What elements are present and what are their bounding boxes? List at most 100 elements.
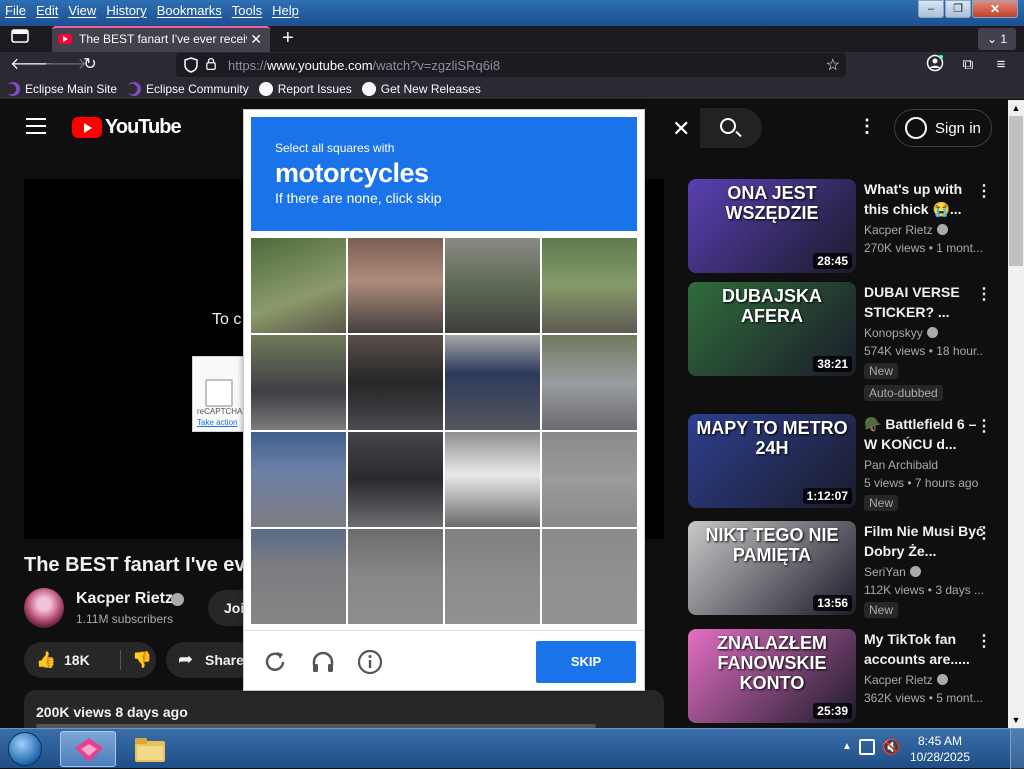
- bookmark-get-new-releases[interactable]: Get New Releases: [361, 78, 481, 99]
- clear-search-icon[interactable]: ✕: [672, 116, 690, 142]
- firefox-view-button[interactable]: [6, 28, 34, 50]
- close-tab-icon[interactable]: ✕: [250, 31, 262, 48]
- taskbar-firefox-button[interactable]: [60, 731, 116, 767]
- menu-edit[interactable]: Edit: [31, 0, 63, 20]
- recommendation-thumbnail[interactable]: ZNALAZŁEM FANOWSKIE KONTO 25:39: [688, 629, 856, 723]
- maximize-button[interactable]: ❐: [945, 0, 971, 18]
- captcha-tile[interactable]: [251, 238, 346, 333]
- recommendation-thumbnail[interactable]: MAPY TO METRO 24H 1:12:07: [688, 414, 856, 508]
- menu-file[interactable]: File: [0, 0, 31, 20]
- taskbar-explorer-button[interactable]: [122, 731, 178, 767]
- captcha-tile[interactable]: [445, 238, 540, 333]
- new-tab-button[interactable]: +: [282, 27, 294, 50]
- recommendation-item[interactable]: MAPY TO METRO 24H 1:12:07 🪖 Battlefield 6 …: [688, 414, 998, 511]
- recommendation-thumbnail[interactable]: NIKT TEGO NIE PAMIĘTA 13:56: [688, 521, 856, 615]
- back-button[interactable]: 🡐: [10, 54, 53, 76]
- start-button[interactable]: [2, 729, 48, 769]
- more-options-icon[interactable]: ⋮: [976, 631, 992, 651]
- bookmark-report-issues[interactable]: Report Issues: [258, 78, 352, 99]
- account-button[interactable]: [924, 54, 946, 76]
- more-options-icon[interactable]: ⋮: [976, 284, 992, 304]
- dislike-button[interactable]: 👎: [132, 650, 152, 670]
- shield-icon[interactable]: [184, 57, 198, 73]
- recommendation-title[interactable]: DUBAI VERSE STICKER? ...: [864, 282, 984, 324]
- recaptcha-checkbox[interactable]: [205, 379, 233, 407]
- captcha-tile[interactable]: [445, 529, 540, 624]
- captcha-tile[interactable]: [445, 432, 540, 527]
- recommendation-thumbnail[interactable]: DUBAJSKA AFERA 38:21: [688, 282, 856, 376]
- forward-button[interactable]: 🡒: [44, 54, 87, 76]
- captcha-tile[interactable]: [542, 238, 637, 333]
- recommendation-channel[interactable]: Kacper Rietz: [864, 673, 984, 687]
- sign-in-button[interactable]: Sign in: [894, 109, 992, 147]
- recommendation-channel[interactable]: Kacper Rietz: [864, 223, 984, 237]
- youtube-logo[interactable]: YouTube: [72, 116, 182, 139]
- bookmark-star-icon[interactable]: ☆: [826, 55, 840, 75]
- menu-tools[interactable]: Tools: [227, 0, 267, 20]
- recommendation-channel[interactable]: Konopskyy: [864, 326, 984, 340]
- more-options-icon[interactable]: ⋮: [976, 416, 992, 436]
- volume-muted-icon[interactable]: 🔇: [882, 738, 901, 756]
- recommendation-channel[interactable]: SeriYan: [864, 565, 984, 579]
- url-bar[interactable]: https://www.youtube.com/watch?v=zgzliSRq…: [176, 53, 846, 77]
- search-button[interactable]: [700, 108, 762, 148]
- reload-icon[interactable]: [262, 649, 288, 675]
- channel-name[interactable]: Kacper Rietz: [76, 590, 173, 608]
- tab-active[interactable]: The BEST fanart I've ever receive ✕: [52, 26, 270, 52]
- lock-icon[interactable]: [206, 57, 216, 71]
- menu-help[interactable]: Help: [267, 0, 304, 20]
- scrollbar-thumb[interactable]: [1009, 116, 1023, 266]
- menu-bookmarks[interactable]: Bookmarks: [152, 0, 227, 20]
- guide-menu-button[interactable]: [26, 118, 46, 134]
- channel-avatar[interactable]: [24, 588, 64, 628]
- recommendation-thumbnail[interactable]: ONA JEST WSZĘDZIE 28:45: [688, 179, 856, 273]
- captcha-tile[interactable]: [251, 432, 346, 527]
- show-hidden-icons-icon[interactable]: ▲: [842, 741, 852, 752]
- recommendation-title[interactable]: 🪖 Battlefield 6 – W KOŃCU d...: [864, 414, 984, 456]
- menu-history[interactable]: History: [101, 0, 151, 20]
- scroll-down-arrow-icon[interactable]: ▼: [1008, 712, 1024, 728]
- captcha-tile[interactable]: [348, 529, 443, 624]
- info-icon[interactable]: [357, 649, 383, 675]
- menu-view[interactable]: View: [63, 0, 101, 20]
- more-options-icon[interactable]: ⋮: [976, 181, 992, 201]
- recommendation-item[interactable]: NIKT TEGO NIE PAMIĘTA 13:56 Film Nie Musi …: [688, 521, 998, 618]
- captcha-tile[interactable]: [348, 238, 443, 333]
- recommendation-item[interactable]: DUBAJSKA AFERA 38:21 DUBAI VERSE STICKER? …: [688, 282, 998, 401]
- more-options-icon[interactable]: ⋮: [858, 116, 876, 137]
- captcha-tile[interactable]: [445, 335, 540, 430]
- skip-button[interactable]: SKIP: [536, 641, 636, 683]
- network-icon[interactable]: [859, 739, 875, 755]
- more-options-icon[interactable]: ⋮: [976, 523, 992, 543]
- bookmark-eclipse-community[interactable]: Eclipse Community: [127, 78, 249, 99]
- headphones-icon[interactable]: [310, 649, 336, 675]
- captcha-tile[interactable]: [348, 432, 443, 527]
- recommendation-item[interactable]: ZNALAZŁEM FANOWSKIE KONTO 25:39 My TikTok …: [688, 629, 998, 725]
- recommendation-title[interactable]: My TikTok fan accounts are.....: [864, 629, 984, 671]
- app-menu-button[interactable]: ≡: [990, 54, 1012, 76]
- captcha-tile[interactable]: [251, 529, 346, 624]
- page-scrollbar[interactable]: ▲ ▼: [1008, 100, 1024, 728]
- extensions-button[interactable]: ⧉: [957, 54, 979, 76]
- show-desktop-button[interactable]: [1010, 729, 1024, 769]
- browser-app-icon: [75, 738, 103, 762]
- captcha-tile[interactable]: [542, 335, 637, 430]
- captcha-tile[interactable]: [348, 335, 443, 430]
- list-all-tabs-button[interactable]: ⌄ 1: [978, 28, 1016, 50]
- recaptcha-action-link[interactable]: Take action: [197, 418, 237, 427]
- recommendation-channel[interactable]: Pan Archibald: [864, 458, 984, 472]
- captcha-tile[interactable]: [251, 335, 346, 430]
- captcha-tile[interactable]: [542, 529, 637, 624]
- clock[interactable]: 8:45 AM 10/28/2025: [900, 733, 980, 765]
- bookmark-eclipse-main[interactable]: Eclipse Main Site: [6, 78, 117, 99]
- reload-button[interactable]: ↻: [78, 54, 102, 76]
- scroll-up-arrow-icon[interactable]: ▲: [1008, 100, 1024, 116]
- recommendation-title[interactable]: Film Nie Musi Być Dobry Że...: [864, 521, 984, 563]
- like-button[interactable]: 👍: [36, 650, 56, 670]
- recommendation-title[interactable]: What's up with this chick 😭...: [864, 179, 984, 221]
- recommendation-item[interactable]: ONA JEST WSZĘDZIE 28:45 What's up with thi…: [688, 179, 998, 275]
- description-box[interactable]: 200K views 8 days ago: [24, 690, 664, 728]
- captcha-tile[interactable]: [542, 432, 637, 527]
- minimize-button[interactable]: –: [918, 0, 944, 18]
- close-window-button[interactable]: ✕: [972, 0, 1018, 18]
